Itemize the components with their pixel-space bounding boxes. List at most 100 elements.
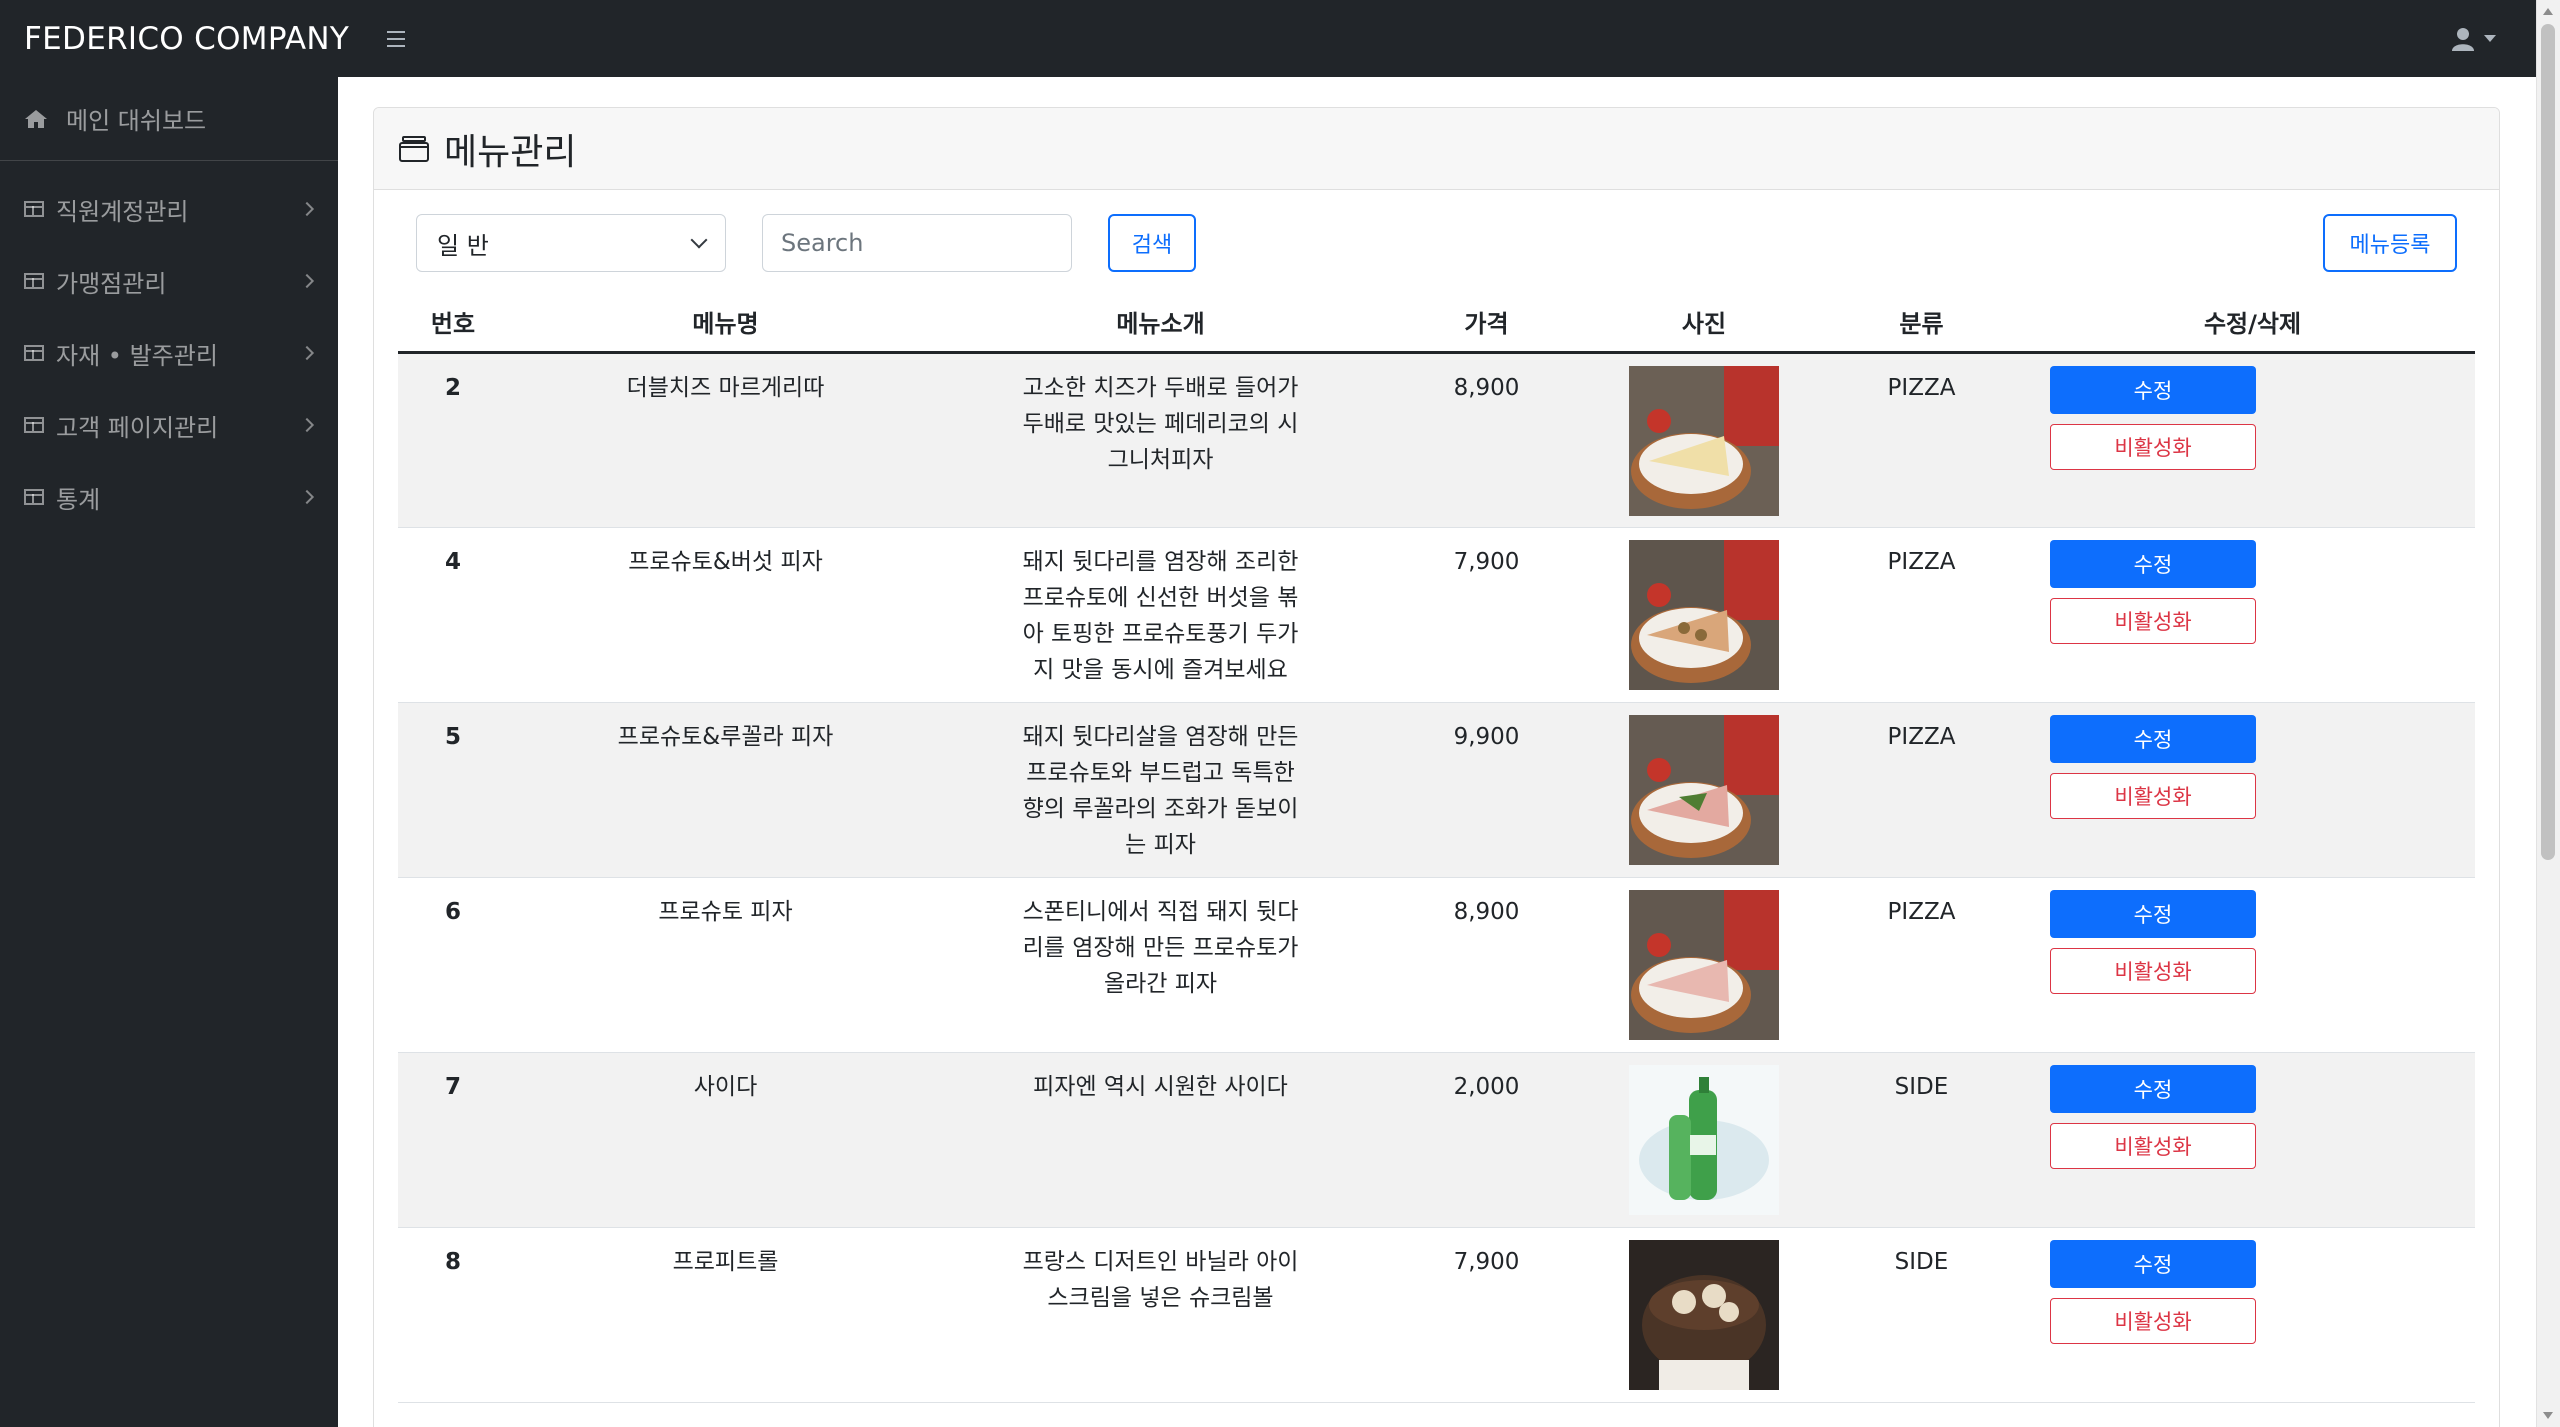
search-input[interactable]	[762, 214, 1072, 272]
sidebar: 메인 대쉬보드 직원계정관리 가맹점관리 자재 • 발주관리 고객 페이지관리 …	[0, 77, 338, 1427]
cell-no: 8	[398, 1227, 508, 1403]
column-header-category[interactable]: 분류	[1813, 292, 2030, 354]
deactivate-button[interactable]: 비활성화	[2050, 597, 2256, 644]
cell-name: 프로피트롤	[508, 1227, 943, 1403]
menu-table: 번호 메뉴명 메뉴소개 가격 사진 분류 수정/삭제 2 더블치즈 마르게리따 …	[398, 292, 2475, 1403]
caret-down-icon	[2484, 35, 2496, 42]
search-button[interactable]: 검색	[1108, 214, 1196, 272]
home-icon	[25, 109, 47, 128]
scroll-up-icon[interactable]	[2543, 8, 2553, 15]
sidebar-item-label: 직원계정관리	[56, 197, 189, 226]
sidebar-item-label: 고객 페이지관리	[56, 413, 219, 442]
deactivate-button[interactable]: 비활성화	[2050, 1122, 2256, 1169]
cell-desc: 프랑스 디저트인 바닐라 아이스크림을 넣은 슈크림볼	[943, 1227, 1378, 1403]
cell-no: 4	[398, 527, 508, 703]
edit-button[interactable]: 수정	[2050, 714, 2256, 763]
chevron-right-icon	[299, 273, 315, 289]
column-header-price[interactable]: 가격	[1378, 292, 1595, 354]
cell-category: PIZZA	[1813, 702, 2030, 878]
edit-button[interactable]: 수정	[2050, 889, 2256, 938]
cell-price: 7,900	[1378, 527, 1595, 703]
menu-photo-cider[interactable]	[1629, 1064, 1779, 1215]
column-header-name[interactable]: 메뉴명	[508, 292, 943, 354]
chevron-down-icon	[690, 231, 708, 249]
column-header-actions: 수정/삭제	[2030, 292, 2475, 354]
deactivate-button[interactable]: 비활성화	[2050, 1297, 2256, 1344]
cell-photo	[1595, 877, 1813, 1053]
cell-desc: 고소한 치즈가 두배로 들어가 두배로 맛있는 페데리코의 시그니처피자	[943, 352, 1378, 528]
edit-button[interactable]: 수정	[2050, 539, 2256, 588]
page-title: 메뉴관리	[444, 131, 577, 173]
cell-name: 사이다	[508, 1052, 943, 1228]
sidebar-toggle-icon[interactable]	[377, 19, 417, 59]
cell-actions: 수정 비활성화	[2030, 1052, 2475, 1228]
cell-photo	[1595, 527, 1813, 703]
sidebar-item-label: 자재 • 발주관리	[56, 341, 218, 370]
user-menu[interactable]	[2452, 27, 2496, 51]
sidebar-item-materials-orders[interactable]: 자재 • 발주관리	[0, 317, 338, 389]
cell-no: 2	[398, 352, 508, 528]
cell-photo	[1595, 352, 1813, 528]
category-select-value: 일 반	[437, 231, 489, 260]
register-menu-button[interactable]: 메뉴등록	[2323, 214, 2457, 272]
cell-name: 프로슈토 피자	[508, 877, 943, 1053]
menu-photo-pizza[interactable]	[1629, 889, 1779, 1040]
cell-desc: 스폰티니에서 직접 돼지 뒷다리를 염장해 만든 프로슈토가 올라간 피자	[943, 877, 1378, 1053]
brand-logo[interactable]: FEDERICO COMPANY	[0, 21, 349, 57]
cell-actions: 수정 비활성화	[2030, 1227, 2475, 1403]
menu-photo-pizza[interactable]	[1629, 365, 1779, 516]
column-header-no: 번호	[398, 292, 508, 354]
cell-price: 8,900	[1378, 877, 1595, 1053]
chevron-right-icon	[299, 345, 315, 361]
table-header-row: 번호 메뉴명 메뉴소개 가격 사진 분류 수정/삭제	[398, 292, 2475, 354]
cell-price: 2,000	[1378, 1052, 1595, 1228]
table-row: 8 프로피트롤 프랑스 디저트인 바닐라 아이스크림을 넣은 슈크림볼 7,90…	[398, 1227, 2475, 1403]
cell-photo	[1595, 1227, 1813, 1403]
deactivate-button[interactable]: 비활성화	[2050, 772, 2256, 819]
cell-desc: 돼지 뒷다리살을 염장해 만든 프로슈토와 부드럽고 독특한 향의 루꼴라의 조…	[943, 702, 1378, 878]
sidebar-item-label: 통계	[56, 485, 101, 514]
cell-photo	[1595, 1052, 1813, 1228]
scrollbar-thumb[interactable]	[2541, 24, 2555, 860]
cell-no: 5	[398, 702, 508, 878]
cell-desc: 피자엔 역시 시원한 사이다	[943, 1052, 1378, 1228]
column-header-photo: 사진	[1595, 292, 1813, 354]
deactivate-button[interactable]: 비활성화	[2050, 947, 2256, 994]
table-icon	[24, 345, 44, 361]
edit-button[interactable]: 수정	[2050, 1064, 2256, 1113]
cell-name: 프로슈토&버섯 피자	[508, 527, 943, 703]
cell-actions: 수정 비활성화	[2030, 527, 2475, 703]
chevron-right-icon	[299, 417, 315, 433]
sidebar-item-franchise[interactable]: 가맹점관리	[0, 245, 338, 317]
cell-price: 9,900	[1378, 702, 1595, 878]
menu-management-card: 메뉴관리 일 반 검색 메뉴등록 번호 메뉴명 메뉴소개 가격	[373, 107, 2500, 1427]
edit-button[interactable]: 수정	[2050, 1239, 2256, 1288]
cell-actions: 수정 비활성화	[2030, 702, 2475, 878]
table-icon	[24, 489, 44, 505]
chevron-right-icon	[299, 201, 315, 217]
sidebar-item-statistics[interactable]: 통계	[0, 461, 338, 533]
user-icon	[2452, 27, 2474, 51]
table-icon	[24, 201, 44, 217]
sidebar-item-staff-accounts[interactable]: 직원계정관리	[0, 173, 338, 245]
category-select[interactable]: 일 반	[416, 214, 726, 272]
table-row: 4 프로슈토&버섯 피자 돼지 뒷다리를 염장해 조리한 프로슈토에 신선한 버…	[398, 527, 2475, 703]
cell-price: 8,900	[1378, 352, 1595, 528]
menu-photo-profiterole[interactable]	[1629, 1239, 1779, 1390]
archive-icon	[399, 135, 429, 162]
menu-photo-pizza[interactable]	[1629, 714, 1779, 865]
deactivate-button[interactable]: 비활성화	[2050, 423, 2256, 470]
sidebar-item-dashboard[interactable]: 메인 대쉬보드	[0, 77, 338, 161]
cell-no: 7	[398, 1052, 508, 1228]
menu-photo-pizza[interactable]	[1629, 539, 1779, 690]
filter-bar: 일 반 검색 메뉴등록	[398, 214, 2475, 272]
table-icon	[24, 417, 44, 433]
card-header: 메뉴관리	[374, 108, 2499, 190]
cell-desc: 돼지 뒷다리를 염장해 조리한 프로슈토에 신선한 버섯을 볶아 토핑한 프로슈…	[943, 527, 1378, 703]
scroll-down-icon[interactable]	[2543, 1412, 2553, 1419]
sidebar-item-customer-page[interactable]: 고객 페이지관리	[0, 389, 338, 461]
cell-name: 더블치즈 마르게리따	[508, 352, 943, 528]
cell-price: 7,900	[1378, 1227, 1595, 1403]
cell-name: 프로슈토&루꼴라 피자	[508, 702, 943, 878]
edit-button[interactable]: 수정	[2050, 365, 2256, 414]
